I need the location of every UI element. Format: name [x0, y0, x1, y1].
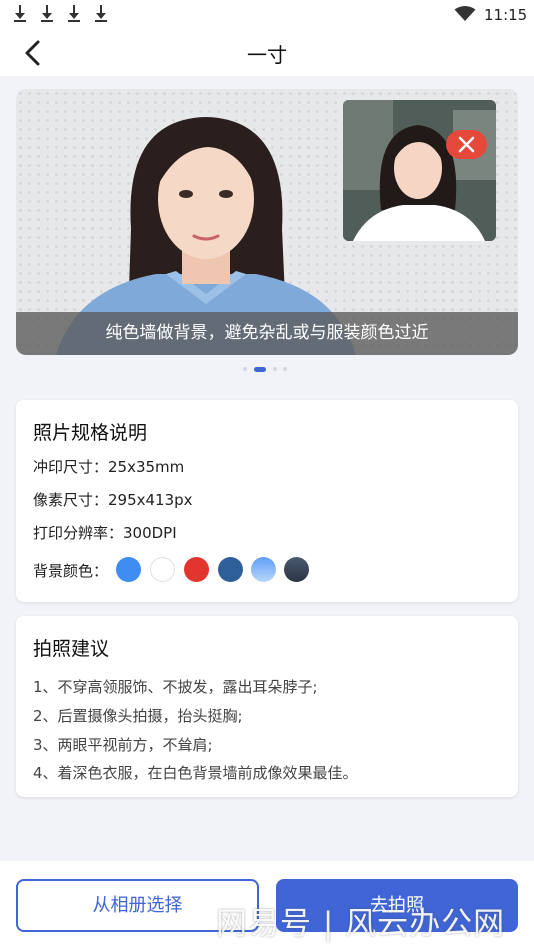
color-swatch-blue[interactable] [116, 557, 141, 582]
color-swatch-light-blue[interactable] [251, 557, 276, 582]
tips-card: 拍照建议 1、不穿高领服饰、不披发，露出耳朵脖子; 2、后置摄像头拍摄，抬头挺胸… [16, 616, 518, 797]
download-icon [67, 5, 81, 23]
color-swatch-red[interactable] [184, 557, 209, 582]
wifi-icon [454, 6, 476, 21]
spec-card: 照片规格说明 冲印尺寸：25x35mm 像素尺寸：295x413px 打印分辨率… [16, 400, 518, 602]
tip-item: 2、后置摄像头拍摄，抬头挺胸; [33, 707, 243, 725]
color-swatch-white[interactable] [150, 557, 175, 582]
bg-color-label: 背景颜色： [33, 562, 109, 580]
watermark: 网易号 | 风云办公网 [216, 906, 506, 942]
tips-title: 拍照建议 [33, 638, 110, 660]
print-size: 冲印尺寸：25x35mm [33, 458, 185, 476]
pixel-size: 像素尺寸：295x413px [33, 491, 193, 509]
download-icon [40, 5, 54, 23]
close-icon [446, 130, 487, 159]
banner-caption: 纯色墙做背景，避免杂乱或与服装颜色过近 [16, 312, 518, 355]
pager-dot-active[interactable] [254, 367, 266, 372]
color-swatch-gray[interactable] [284, 557, 309, 582]
tip-item: 3、两眼平视前方，不耸肩; [33, 736, 213, 754]
print-resolution: 打印分辨率：300DPI [33, 524, 177, 542]
page-title: 一寸 [247, 43, 287, 67]
wrong-example-photo [343, 100, 496, 241]
app-header: 一寸 [0, 30, 534, 76]
pager-dot[interactable] [273, 367, 277, 371]
tip-item: 1、不穿高领服饰、不披发，露出耳朵脖子; [33, 678, 318, 696]
spec-title: 照片规格说明 [33, 422, 148, 444]
banner-pager [243, 366, 293, 372]
tip-item: 4、着深色衣服，在白色背景墙前成像效果最佳。 [33, 764, 358, 782]
status-time: 11:15 [484, 6, 528, 24]
pager-dot[interactable] [283, 367, 287, 371]
download-icon [13, 5, 27, 23]
status-bar: 11:15 [0, 0, 534, 30]
download-icon [94, 5, 108, 23]
color-swatch-dark-blue[interactable] [218, 557, 243, 582]
example-banner[interactable]: 纯色墙做背景，避免杂乱或与服装颜色过近 [16, 89, 518, 355]
pager-dot[interactable] [243, 367, 247, 371]
